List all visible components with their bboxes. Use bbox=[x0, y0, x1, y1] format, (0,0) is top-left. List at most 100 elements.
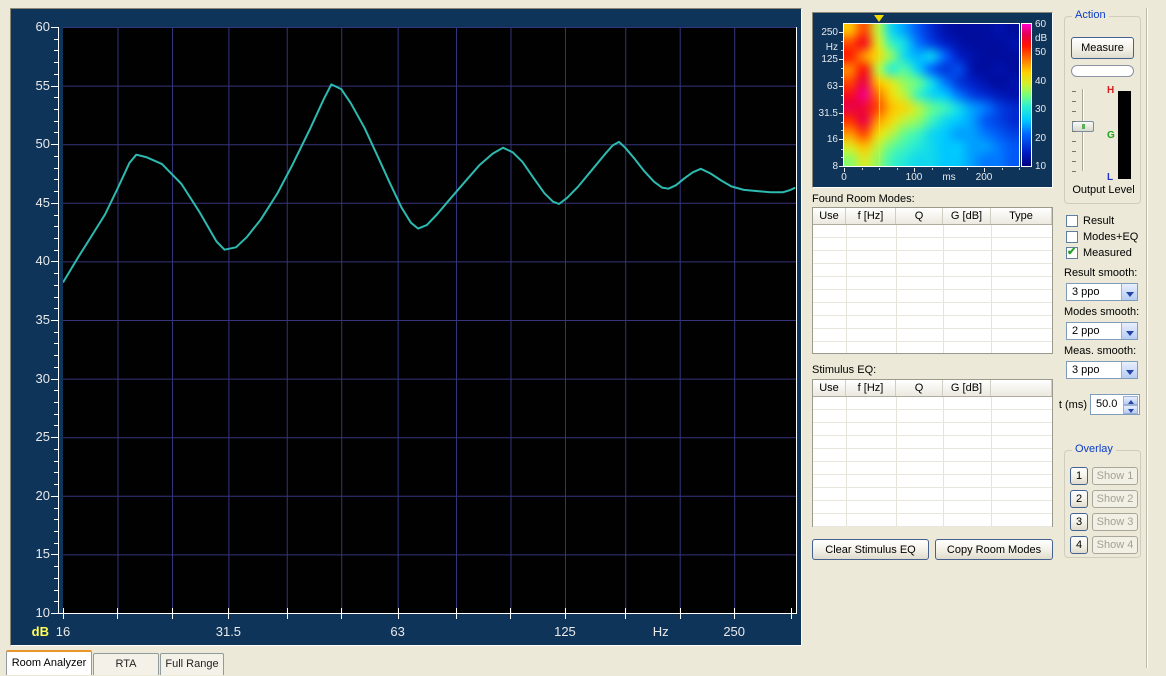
checkbox-modes-eq[interactable]: Modes+EQ bbox=[1066, 231, 1144, 245]
y-tick bbox=[54, 156, 58, 157]
table-row[interactable] bbox=[813, 501, 1052, 514]
time-ms-spinner[interactable]: 50.0 bbox=[1090, 394, 1140, 415]
checkbox-result[interactable]: Result bbox=[1066, 215, 1144, 229]
y-tick bbox=[54, 543, 58, 544]
x-tick bbox=[510, 608, 511, 619]
y-tick bbox=[54, 508, 58, 509]
overlay-3-button[interactable]: 3 bbox=[1070, 513, 1088, 531]
y-tick bbox=[54, 472, 58, 473]
checkbox-modes-eq-box[interactable] bbox=[1066, 231, 1078, 243]
table-row[interactable] bbox=[813, 436, 1052, 449]
spec-y-minor-tick bbox=[841, 104, 843, 105]
y-tick bbox=[54, 578, 58, 579]
y-tick-label: 20 bbox=[20, 488, 50, 503]
y-axis-line bbox=[58, 27, 59, 614]
table-row[interactable] bbox=[813, 342, 1052, 355]
table-row[interactable] bbox=[813, 238, 1052, 251]
spec-y-label: 16 bbox=[813, 134, 838, 145]
slider-tick bbox=[1072, 121, 1076, 122]
y-tick bbox=[51, 144, 58, 145]
stimulus-eq-table[interactable]: Usef [Hz]QG [dB] bbox=[812, 379, 1053, 527]
overlay-group: Overlay 1 Show 1 2 Show 2 3 Show 3 4 Sho… bbox=[1064, 450, 1141, 558]
checkbox-measured-box[interactable] bbox=[1066, 247, 1078, 259]
meas-smooth-value: 3 ppo bbox=[1072, 364, 1100, 376]
y-tick-label: 40 bbox=[20, 253, 50, 268]
y-tick bbox=[51, 203, 58, 204]
table-header: Usef [Hz]QG [dB] bbox=[813, 380, 1052, 397]
chevron-down-icon[interactable] bbox=[1121, 284, 1137, 300]
table-row[interactable] bbox=[813, 290, 1052, 303]
x-tick-label: Hz bbox=[639, 624, 683, 639]
overlay-1-button[interactable]: 1 bbox=[1070, 467, 1088, 485]
table-row[interactable] bbox=[813, 475, 1052, 488]
tab-full-range[interactable]: Full Range bbox=[160, 653, 224, 675]
table-row[interactable] bbox=[813, 397, 1052, 410]
tab-room-analyzer[interactable]: Room Analyzer bbox=[6, 650, 92, 675]
spin-up-button[interactable] bbox=[1123, 396, 1138, 405]
table-row[interactable] bbox=[813, 410, 1052, 423]
tab-rta[interactable]: RTA bbox=[93, 653, 159, 675]
spectrogram-panel: 250Hz1256331.51680100ms20060dB5040302010 bbox=[812, 12, 1053, 188]
result-smooth-select[interactable]: 3 ppo bbox=[1066, 283, 1138, 301]
colorbar-label: 10 bbox=[1035, 161, 1046, 172]
table-row[interactable] bbox=[813, 316, 1052, 329]
x-tick-label: 250 bbox=[712, 624, 756, 639]
table-row[interactable] bbox=[813, 329, 1052, 342]
y-tick bbox=[54, 238, 58, 239]
frequency-response-panel: dB 60555045403530252015101631.563125Hz25… bbox=[10, 8, 802, 646]
clear-stimulus-eq-button[interactable]: Clear Stimulus EQ bbox=[812, 539, 929, 560]
spec-y-tick bbox=[839, 139, 843, 140]
spec-y-label: 8 bbox=[813, 161, 838, 172]
table-row[interactable] bbox=[813, 449, 1052, 462]
meas-smooth-select[interactable]: 3 ppo bbox=[1066, 361, 1138, 379]
overlay-4-button[interactable]: 4 bbox=[1070, 536, 1088, 554]
y-tick bbox=[51, 320, 58, 321]
spec-y-tick bbox=[839, 113, 843, 114]
table-row[interactable] bbox=[813, 251, 1052, 264]
show-2-button[interactable]: Show 2 bbox=[1092, 490, 1138, 508]
spectrogram-heatmap[interactable] bbox=[844, 24, 1019, 166]
table-row[interactable] bbox=[813, 488, 1052, 501]
y-tick bbox=[54, 367, 58, 368]
y-tick bbox=[54, 109, 58, 110]
spec-y-minor-tick bbox=[841, 77, 843, 78]
measure-button[interactable]: Measure bbox=[1071, 37, 1134, 59]
x-tick bbox=[172, 608, 173, 619]
table-row[interactable] bbox=[813, 225, 1052, 238]
checkbox-result-box[interactable] bbox=[1066, 215, 1078, 227]
table-row[interactable] bbox=[813, 277, 1052, 290]
found-room-modes-table[interactable]: Usef [Hz]QG [dB]Type bbox=[812, 207, 1053, 354]
chevron-down-icon[interactable] bbox=[1121, 362, 1137, 378]
spin-down-button[interactable] bbox=[1123, 405, 1138, 414]
spec-x-minor-tick bbox=[862, 168, 863, 170]
table-row[interactable] bbox=[813, 514, 1052, 527]
show-3-button[interactable]: Show 3 bbox=[1092, 513, 1138, 531]
x-tick-label: 31.5 bbox=[206, 624, 250, 639]
frequency-response-plot[interactable] bbox=[63, 27, 796, 613]
spec-y-tick bbox=[839, 59, 843, 60]
chevron-down-icon[interactable] bbox=[1121, 323, 1137, 339]
modes-smooth-select[interactable]: 2 ppo bbox=[1066, 322, 1138, 340]
table-row[interactable] bbox=[813, 303, 1052, 316]
overlay-2-button[interactable]: 2 bbox=[1070, 490, 1088, 508]
time-marker-icon[interactable] bbox=[874, 15, 884, 22]
spectrogram-plot-frame bbox=[843, 23, 1020, 167]
y-tick bbox=[54, 566, 58, 567]
show-1-button[interactable]: Show 1 bbox=[1092, 467, 1138, 485]
table-row[interactable] bbox=[813, 423, 1052, 436]
column-header: Use bbox=[813, 380, 846, 396]
spec-y-tick bbox=[839, 166, 843, 167]
checkbox-measured[interactable]: Measured bbox=[1066, 247, 1144, 261]
spec-y-minor-tick bbox=[841, 95, 843, 96]
y-tick bbox=[51, 261, 58, 262]
table-row[interactable] bbox=[813, 264, 1052, 277]
table-row[interactable] bbox=[813, 462, 1052, 475]
show-4-button[interactable]: Show 4 bbox=[1092, 536, 1138, 554]
slider-tick bbox=[1072, 171, 1076, 172]
stimulus-eq-label: Stimulus EQ: bbox=[812, 364, 876, 376]
y-tick bbox=[54, 179, 58, 180]
x-tick bbox=[63, 608, 64, 619]
spec-y-label: 63 bbox=[813, 81, 838, 92]
overlay-group-title: Overlay bbox=[1072, 443, 1116, 455]
copy-room-modes-button[interactable]: Copy Room Modes bbox=[935, 539, 1053, 560]
